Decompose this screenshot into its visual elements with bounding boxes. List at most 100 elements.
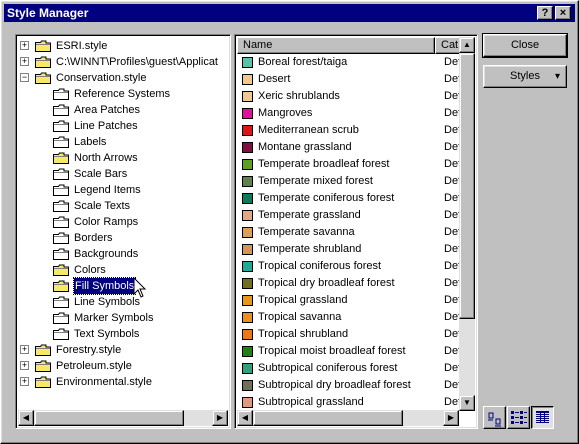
expand-icon[interactable]: + (20, 41, 29, 50)
list-item[interactable]: Tropical moist broadleaf forest Def (237, 343, 461, 360)
open-folder-icon (53, 88, 69, 100)
symbol-name: Desert (258, 73, 291, 85)
symbol-name: Temperate grassland (258, 209, 361, 221)
styles-button-label: Styles (510, 70, 540, 82)
symbol-name: Tropical grassland (258, 294, 348, 306)
list-item[interactable]: Mangroves Def (237, 105, 461, 122)
open-folder-icon (53, 216, 69, 228)
close-window-button[interactable]: × (555, 6, 571, 20)
list-item[interactable]: Montane grassland Def (237, 139, 461, 156)
list-item[interactable]: Tropical shrubland Def (237, 326, 461, 343)
tree-item[interactable]: Backgrounds (16, 246, 226, 262)
collapse-icon[interactable]: − (20, 73, 29, 82)
tree-item[interactable]: + C:\WINNT\Profiles\guest\Applicat (16, 54, 226, 70)
tree-item[interactable]: + ESRI.style (16, 38, 226, 54)
list-vscroll-thumb[interactable] (459, 53, 475, 319)
tree-item[interactable]: Legend Items (16, 182, 226, 198)
tree-item[interactable]: Area Patches (16, 102, 226, 118)
help-button[interactable]: ? (537, 6, 553, 20)
tree-item[interactable]: − Conservation.style (16, 70, 226, 86)
view-large-icons-button[interactable] (483, 406, 506, 429)
tree-item-label: Labels (74, 136, 107, 148)
expand-icon[interactable]: + (20, 345, 29, 354)
list-horizontal-scrollbar[interactable]: ◀ ▶ (237, 410, 459, 426)
list-item[interactable]: Subtropical dry broadleaf forest Def (237, 377, 461, 394)
open-folder-icon (53, 200, 69, 212)
list-item[interactable]: Tropical coniferous forest Def (237, 258, 461, 275)
tree-item[interactable]: Borders (16, 230, 226, 246)
tree-item[interactable]: Reference Systems (16, 86, 226, 102)
expand-icon[interactable]: + (20, 361, 29, 370)
tree-item-label: Area Patches (74, 104, 141, 116)
fill-swatch-icon (242, 108, 253, 119)
fill-swatch-icon (242, 363, 253, 374)
close-icon: × (559, 7, 567, 19)
list-scroll-right-button[interactable]: ▶ (443, 410, 459, 426)
tree-item-label: Line Patches (74, 120, 138, 132)
tree-item[interactable]: + Environmental.style (16, 374, 226, 390)
tree-item[interactable]: + Petroleum.style (16, 358, 226, 374)
tree-item[interactable]: Line Patches (16, 118, 226, 134)
tree-item-label: Borders (74, 232, 113, 244)
details-view-icon (536, 411, 549, 423)
close-button[interactable]: Close (482, 33, 568, 58)
styles-button[interactable]: Styles ▾ (483, 65, 567, 88)
list-item[interactable]: Xeric shrublands Def (237, 88, 461, 105)
list-item[interactable]: Mediterranean scrub Def (237, 122, 461, 139)
list-hscroll-thumb[interactable] (253, 410, 403, 426)
tree-item[interactable]: Text Symbols (16, 326, 226, 342)
list-item[interactable]: Temperate mixed forest Def (237, 173, 461, 190)
tree-item[interactable]: Scale Bars (16, 166, 226, 182)
tree-item[interactable]: Scale Texts (16, 198, 226, 214)
scroll-up-button[interactable]: ▲ (459, 37, 475, 53)
tree-item[interactable]: Colors (16, 262, 226, 278)
symbol-list[interactable]: Name Cat Boreal forest/taiga Def Desert Def… (234, 34, 478, 429)
list-item[interactable]: Boreal forest/taiga Def (237, 54, 461, 71)
list-item[interactable]: Desert Def (237, 71, 461, 88)
tree-item[interactable]: Marker Symbols (16, 310, 226, 326)
column-header-category[interactable]: Cat (435, 37, 461, 54)
tree-item[interactable]: Color Ramps (16, 214, 226, 230)
column-name-label: Name (243, 39, 273, 51)
list-item[interactable]: Temperate grassland Def (237, 207, 461, 224)
scroll-down-button[interactable]: ▼ (459, 395, 475, 411)
tree-horizontal-scrollbar[interactable]: ◀ ▶ (18, 410, 228, 426)
fill-swatch-icon (242, 278, 253, 289)
list-item[interactable]: Tropical grassland Def (237, 292, 461, 309)
symbol-name: Mangroves (258, 107, 313, 119)
symbol-name: Subtropical dry broadleaf forest (258, 379, 411, 391)
list-item[interactable]: Tropical dry broadleaf forest Def (237, 275, 461, 292)
symbol-name: Temperate broadleaf forest (258, 158, 390, 170)
fill-swatch-icon (242, 329, 253, 340)
open-folder-icon (53, 184, 69, 196)
list-item[interactable]: Temperate coniferous forest Def (237, 190, 461, 207)
tree-item[interactable]: North Arrows (16, 150, 226, 166)
scroll-right-button[interactable]: ▶ (212, 410, 228, 426)
expand-icon[interactable]: + (20, 377, 29, 386)
tree-item[interactable]: + Forestry.style (16, 342, 226, 358)
folder-icon (35, 56, 51, 68)
tree-item[interactable]: Fill Symbols (16, 277, 226, 295)
list-vertical-scrollbar[interactable]: ▲ ▼ (459, 37, 475, 411)
symbol-name: Tropical shrubland (258, 328, 349, 340)
list-item[interactable]: Temperate savanna Def (237, 224, 461, 241)
folder-icon (35, 360, 51, 372)
view-list-button[interactable] (507, 406, 530, 429)
list-item[interactable]: Temperate broadleaf forest Def (237, 156, 461, 173)
tree-item[interactable]: Line Symbols (16, 294, 226, 310)
list-item[interactable]: Temperate shrubland Def (237, 241, 461, 258)
list-item[interactable]: Subtropical coniferous forest Def (237, 360, 461, 377)
column-header-name[interactable]: Name (237, 37, 435, 54)
fill-swatch-icon (242, 397, 253, 408)
list-item[interactable]: Tropical savanna Def (237, 309, 461, 326)
view-details-button[interactable] (531, 406, 554, 429)
list-scroll-left-button[interactable]: ◀ (237, 410, 253, 426)
symbol-name: Temperate savanna (258, 226, 355, 238)
scroll-left-button[interactable]: ◀ (18, 410, 34, 426)
symbol-name: Xeric shrublands (258, 90, 340, 102)
expand-icon[interactable]: + (20, 57, 29, 66)
tree-item[interactable]: Labels (16, 134, 226, 150)
style-tree[interactable]: + ESRI.style + C:\WINNT\Profiles\guest\Appl… (15, 34, 231, 429)
tree-hscroll-thumb[interactable] (34, 410, 184, 426)
list-item[interactable]: Subtropical grassland Def (237, 394, 461, 411)
